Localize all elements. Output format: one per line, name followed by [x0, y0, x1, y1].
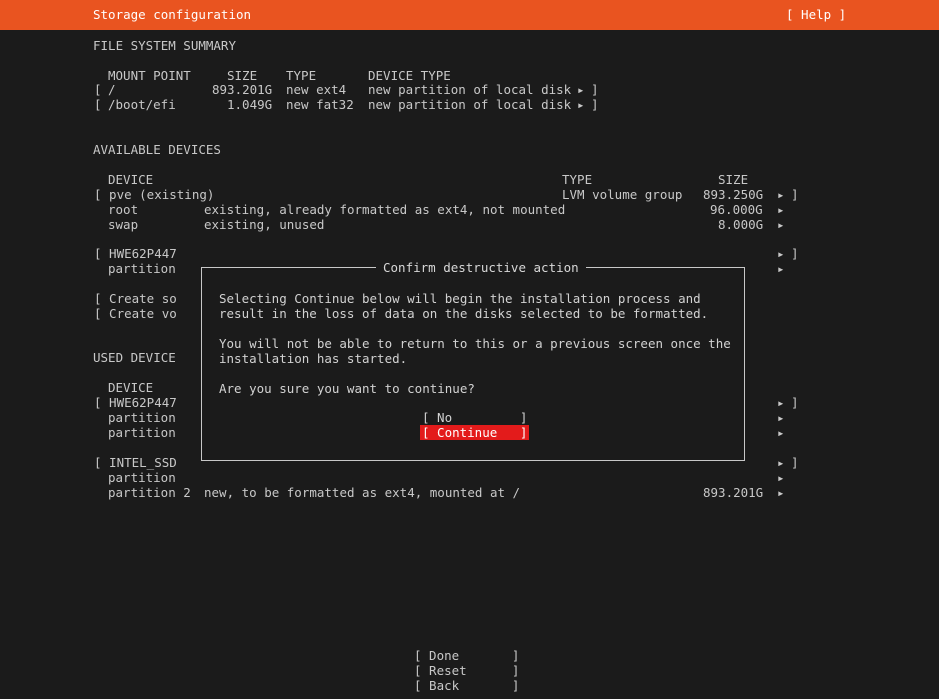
col-size: SIZE [227, 68, 258, 83]
device-name: [ HWE62P447 [94, 395, 177, 410]
device-name: partition [108, 470, 176, 485]
help-button[interactable]: [ Help ] [786, 7, 846, 22]
dialog-message-line: You will not be able to return to this o… [219, 336, 731, 351]
confirm-dialog: Confirm destructive action Selecting Con… [201, 260, 745, 461]
done-button[interactable]: [ Done ] [414, 648, 519, 663]
device-type: LVM volume group [562, 187, 683, 202]
page-title: Storage configuration [93, 7, 252, 22]
device-name: [ HWE62P447 [94, 246, 177, 261]
chevron-right-icon[interactable]: ▸ [777, 217, 785, 232]
device-type: new partition of local disk [368, 97, 572, 112]
device-name: root [108, 202, 139, 217]
available-devices-heading: AVAILABLE DEVICES [93, 142, 221, 157]
create-software-raid-button[interactable]: [ Create so [94, 291, 177, 306]
chevron-right-icon[interactable]: ▸ [777, 395, 785, 410]
col-device-type: DEVICE TYPE [368, 68, 451, 83]
col-type: TYPE [562, 172, 593, 187]
dialog-title: Confirm destructive action [376, 260, 586, 275]
chevron-right-icon[interactable]: ▸ [577, 82, 585, 97]
chevron-right-icon[interactable]: ▸ [777, 187, 785, 202]
row-bracket: ] [591, 82, 599, 97]
fs-type: new ext4 [286, 82, 347, 97]
device-description: existing, already formatted as ext4, not… [204, 202, 566, 217]
dialog-message-line: Selecting Continue below will begin the … [219, 291, 701, 306]
device-name: swap [108, 217, 139, 232]
header-bar: Storage configuration [ Help ] [0, 0, 939, 30]
device-name: [ INTEL_SSD [94, 455, 177, 470]
fs-type: new fat32 [286, 97, 354, 112]
device-size: 893.201G [703, 485, 764, 500]
device-name: partition [108, 261, 176, 276]
device-name: partition [108, 410, 176, 425]
col-mount-point: MOUNT POINT [108, 68, 191, 83]
device-description: existing, unused [204, 217, 325, 232]
chevron-right-icon[interactable]: ▸ [577, 97, 585, 112]
row-bracket: ] [791, 455, 799, 470]
size: 1.049G [227, 97, 273, 112]
back-button[interactable]: [ Back ] [414, 678, 519, 693]
col-device: DEVICE [108, 380, 154, 395]
chevron-right-icon[interactable]: ▸ [777, 425, 785, 440]
fs-summary-heading: FILE SYSTEM SUMMARY [93, 38, 236, 53]
device-name: [ pve (existing) [94, 187, 215, 202]
device-description: new, to be formatted as ext4, mounted at… [204, 485, 521, 500]
mount-point: /boot/efi [108, 97, 176, 112]
device-type: new partition of local disk [368, 82, 572, 97]
row-bracket: ] [791, 246, 799, 261]
chevron-right-icon[interactable]: ▸ [777, 261, 785, 276]
used-devices-heading: USED DEVICE [93, 350, 176, 365]
device-name: partition 2 [108, 485, 191, 500]
reset-button[interactable]: [ Reset ] [414, 663, 519, 678]
device-size: 8.000G [718, 217, 764, 232]
chevron-right-icon[interactable]: ▸ [777, 470, 785, 485]
chevron-right-icon[interactable]: ▸ [777, 410, 785, 425]
row-bracket: ] [791, 187, 799, 202]
row-bracket: ] [791, 395, 799, 410]
continue-button[interactable]: [ Continue ] [420, 425, 530, 440]
dialog-message-line: installation has started. [219, 351, 408, 366]
create-volume-group-button[interactable]: [ Create vo [94, 306, 177, 321]
dialog-message-line: result in the loss of data on the disks … [219, 306, 709, 321]
size: 893.201G [212, 82, 273, 97]
row-bracket: [ [94, 97, 102, 112]
dialog-question: Are you sure you want to continue? [219, 381, 475, 396]
device-name: partition [108, 425, 176, 440]
row-bracket: [ [94, 82, 102, 97]
chevron-right-icon[interactable]: ▸ [777, 202, 785, 217]
chevron-right-icon[interactable]: ▸ [777, 246, 785, 261]
chevron-right-icon[interactable]: ▸ [777, 455, 785, 470]
col-device: DEVICE [108, 172, 154, 187]
device-size: 893.250G [703, 187, 764, 202]
mount-point: / [108, 82, 116, 97]
col-type: TYPE [286, 68, 317, 83]
col-size: SIZE [718, 172, 749, 187]
no-button[interactable]: [ No ] [422, 410, 527, 425]
chevron-right-icon[interactable]: ▸ [777, 485, 785, 500]
row-bracket: ] [591, 97, 599, 112]
device-size: 96.000G [710, 202, 763, 217]
